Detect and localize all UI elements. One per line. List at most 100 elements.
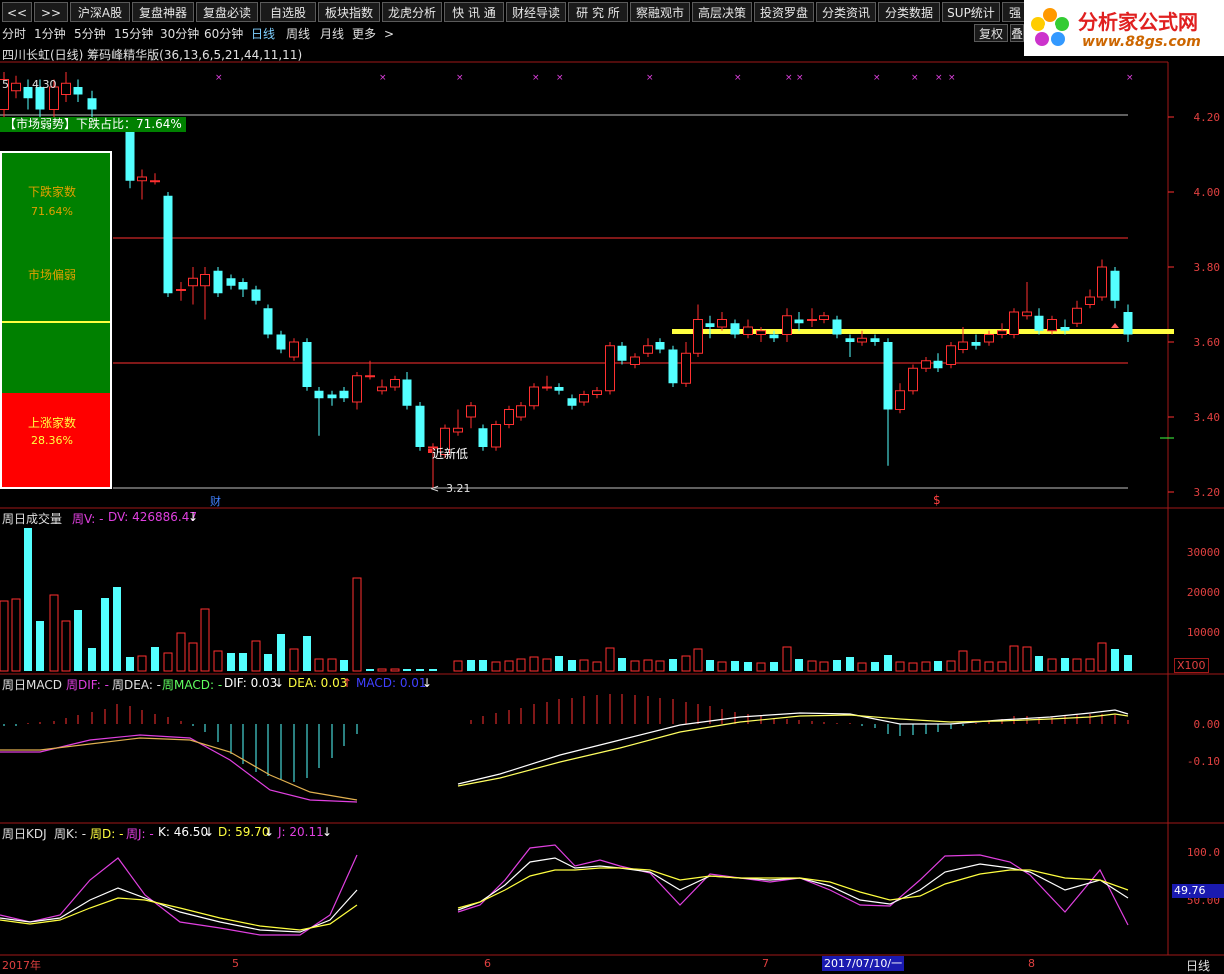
macd-weekly-macd: 周MACD: - — [162, 678, 223, 692]
arrow-down-icon: ↓ — [264, 825, 275, 839]
kdj-axis-tick: 100.0 — [1186, 846, 1220, 859]
volume-bar — [467, 660, 475, 671]
price-marker-icon — [1111, 323, 1119, 328]
candle-body — [516, 405, 526, 418]
event-marker-icon: × — [215, 73, 223, 83]
volume-bar — [176, 632, 186, 672]
candle-body — [213, 270, 223, 294]
kdj-pane-title: 周日KDJ — [2, 827, 47, 841]
price-axis-tick: 3.20 — [1193, 486, 1221, 499]
volume-bar — [669, 659, 677, 671]
volume-axis-tick: 10000 — [1186, 626, 1220, 639]
candle-body — [756, 330, 766, 335]
macd-indicator[interactable] — [0, 694, 1129, 803]
candle-body — [1123, 312, 1133, 335]
volume-bar — [807, 660, 817, 672]
candle-body — [870, 338, 880, 342]
volume-bar — [277, 634, 285, 671]
macd-dif-value: DIF: 0.03 — [224, 676, 278, 690]
event-marker-icon: × — [456, 73, 464, 83]
candle-body — [478, 428, 488, 447]
candle-body — [466, 405, 476, 418]
volume-bar — [717, 661, 727, 672]
candle-body — [1022, 311, 1032, 317]
candle-body — [605, 345, 615, 392]
macd-pane-title: 周日MACD — [2, 678, 62, 692]
kdj-j-line — [457, 844, 1129, 926]
volume-bar — [453, 660, 463, 672]
volume-bar — [403, 669, 411, 671]
kdj-j-line — [0, 854, 358, 936]
candle-body — [87, 98, 97, 110]
kdj-weekly-j: 周J: - — [126, 827, 154, 841]
volume-bar — [74, 610, 82, 671]
volume-bar — [630, 660, 640, 672]
volume-bar — [516, 658, 526, 672]
volume-bar — [327, 658, 337, 672]
volume-bar — [289, 648, 299, 672]
time-axis-period-label: 日线 — [1186, 959, 1211, 973]
volume-bar — [681, 655, 691, 672]
candlestick-series[interactable] — [0, 72, 1133, 489]
candle-body — [163, 195, 173, 294]
candle-body — [1085, 296, 1095, 305]
event-marker-icon: × — [873, 73, 881, 83]
event-marker-icon: × — [935, 73, 943, 83]
volume-bar — [568, 660, 576, 671]
volume-bar — [24, 528, 32, 671]
axis-ticks — [1160, 116, 1174, 493]
time-axis-label: 6 — [484, 957, 491, 970]
dividend-event-marker[interactable]: $ — [933, 493, 941, 507]
top-price-prefix: 5 — [2, 78, 9, 91]
candle-body — [415, 405, 425, 447]
market-breadth-panel: 下跌家数 71.64% 市场偏弱 上涨家数 28.36% — [0, 151, 112, 489]
volume-bar — [429, 669, 437, 671]
volume-bar — [1072, 658, 1082, 672]
candle-body — [61, 82, 71, 95]
candle-body — [933, 360, 943, 369]
price-axis-tick: 3.40 — [1193, 411, 1221, 424]
volume-bars[interactable] — [0, 528, 1132, 672]
candle-body — [289, 341, 299, 358]
volume-bar — [605, 647, 615, 672]
finance-event-marker[interactable]: 财 — [210, 493, 221, 509]
volume-bar — [416, 669, 424, 671]
volume-bar — [744, 662, 752, 671]
price-axis-tick: 4.00 — [1193, 186, 1221, 199]
candle-body — [997, 330, 1007, 335]
volume-bar — [846, 657, 854, 671]
volume-weekly-value: 周V: - — [72, 512, 104, 526]
down-count-label: 下跌家数 — [27, 185, 76, 199]
volume-bar — [1009, 645, 1019, 672]
candle-body — [958, 341, 968, 350]
candle-body — [1009, 311, 1019, 335]
macd-dea-line — [457, 713, 1129, 787]
volume-dv-value: DV: 426886.47 — [108, 510, 198, 524]
volume-bar — [756, 662, 766, 672]
kdj-indicator[interactable] — [0, 844, 1129, 936]
volume-bar — [504, 660, 514, 672]
candle-body — [857, 337, 867, 343]
candle-body — [769, 334, 779, 339]
volume-bar — [542, 658, 552, 672]
volume-bar — [1097, 642, 1107, 672]
volume-bar — [971, 659, 981, 672]
arrow-down-icon: ↓ — [188, 510, 199, 524]
candle-body — [946, 345, 956, 365]
macd-dif-line — [0, 734, 358, 803]
volume-bar — [655, 660, 665, 672]
volume-bar — [857, 662, 867, 672]
price-reference-lines: × × × × × × × × × × × × × × — [0, 73, 1174, 489]
time-axis-label: 7 — [762, 957, 769, 970]
volume-bar — [706, 660, 714, 671]
kdj-d-line — [0, 897, 358, 931]
volume-bar — [579, 659, 589, 672]
volume-bar — [1035, 656, 1043, 671]
candle-body — [302, 342, 312, 387]
volume-bar — [377, 668, 387, 672]
candle-body — [819, 315, 829, 320]
volume-bar — [984, 661, 994, 672]
candle-body — [327, 394, 337, 399]
volume-bar — [227, 653, 235, 671]
volume-bar — [1111, 649, 1119, 671]
